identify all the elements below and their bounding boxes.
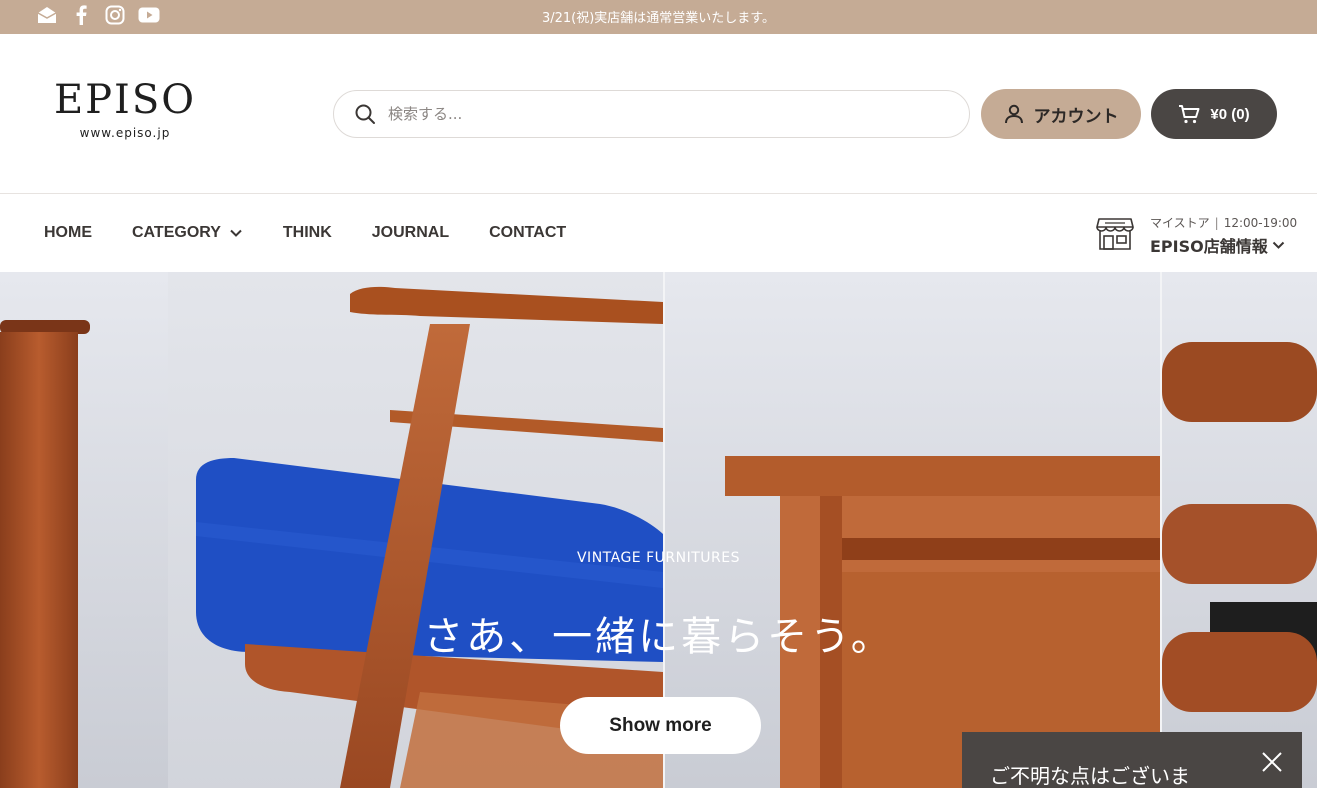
nav-item-think[interactable]: THINK [283, 224, 332, 242]
site-logo[interactable]: EPISO www.episo.jp [50, 78, 200, 140]
store-info[interactable]: マイストア | 12:00-19:00 EPISO店舗情報 [1096, 213, 1297, 257]
store-hours: 12:00-19:00 [1223, 216, 1298, 230]
nav-item-label: THINK [282, 224, 332, 241]
announcement-bar: 3/21(祝)実店舗は通常営業いたします。 [0, 0, 1317, 34]
cart-icon [1179, 105, 1200, 124]
storefront-icon [1096, 218, 1134, 250]
logo-brand: EPISO [53, 77, 197, 123]
cart-button[interactable]: ¥0 (0) [1151, 89, 1277, 139]
chat-widget[interactable]: ご不明な点はございま [962, 732, 1302, 788]
account-button[interactable]: アカウント [981, 89, 1141, 139]
hero-banner: VINTAGE FURNITURES さあ、一緒に暮らそう。 Show more [0, 272, 1317, 788]
search-input[interactable] [388, 105, 969, 123]
nav-item-label: CONTACT [489, 224, 567, 241]
nav-item-category[interactable]: CATEGORY [132, 224, 243, 242]
chevron-down-icon [230, 229, 242, 237]
logo-url: www.episo.jp [79, 126, 171, 140]
nav-item-label: HOME [44, 224, 92, 241]
store-name: EPISO店舗情報 [1150, 237, 1268, 256]
close-icon[interactable] [1260, 750, 1284, 774]
divider: | [1214, 216, 1219, 230]
main-nav: HOME CATEGORY THINK JOURNAL CONTACT マイスト… [0, 195, 1317, 272]
hero-eyebrow: VINTAGE FURNITURES [576, 550, 740, 566]
nav-item-label: JOURNAL [371, 224, 450, 241]
nav-item-journal[interactable]: JOURNAL [372, 224, 449, 242]
cart-label: ¥0 (0) [1210, 105, 1250, 123]
user-icon [1004, 104, 1023, 124]
nav-item-contact[interactable]: CONTACT [489, 224, 566, 242]
account-label: アカウント [1033, 106, 1119, 126]
nav-item-home[interactable]: HOME [44, 224, 92, 242]
nav-item-label: CATEGORY [132, 224, 221, 241]
search-bar[interactable] [333, 90, 970, 138]
store-name-line: EPISO店舗情報 [1150, 233, 1285, 257]
store-label: マイストア [1150, 216, 1210, 230]
search-icon [355, 104, 375, 124]
site-header: EPISO www.episo.jp アカウント ¥0 (0) [0, 34, 1317, 194]
hero-headline: さあ、一緒に暮らそう。 [423, 614, 894, 660]
chat-message: ご不明な点はございま [990, 764, 1190, 788]
show-more-button[interactable]: Show more [560, 697, 761, 754]
announcement-text: 3/21(祝)実店舗は通常営業いたします。 [541, 11, 776, 26]
chevron-down-icon [1272, 241, 1284, 249]
store-hours-line: マイストア | 12:00-19:00 [1150, 214, 1297, 231]
